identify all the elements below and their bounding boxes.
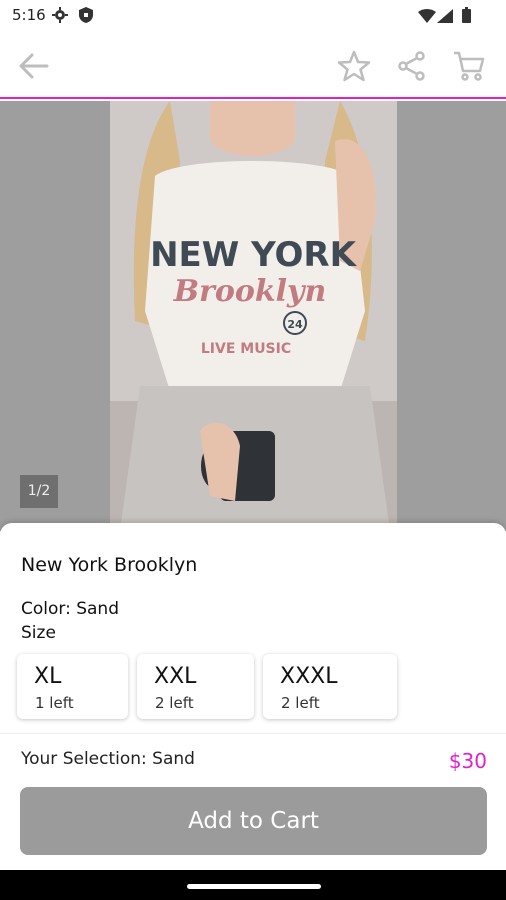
- shirt-line2: Brooklyn: [173, 274, 327, 309]
- size-stock: 1 left: [35, 694, 74, 712]
- size-option-xxxl[interactable]: XXXL 2 left: [263, 654, 397, 719]
- system-nav-bar: [0, 870, 506, 900]
- star-icon[interactable]: [337, 49, 371, 83]
- back-arrow-icon[interactable]: [18, 52, 50, 80]
- home-handle[interactable]: [187, 884, 321, 889]
- status-bar: 5:16: [0, 0, 506, 32]
- shirt-line1: NEW YORK: [150, 235, 358, 275]
- price: $30: [448, 749, 487, 773]
- size-label: Size: [21, 623, 56, 643]
- product-image-gallery[interactable]: NEW YORK Brooklyn 24 LIVE MUSIC 1/2: [0, 101, 506, 531]
- share-icon[interactable]: [396, 50, 428, 82]
- status-time: 5:16: [12, 6, 46, 24]
- size-stock: 2 left: [155, 694, 194, 712]
- shirt-badge: 24: [287, 318, 303, 331]
- size-stock: 2 left: [281, 694, 320, 712]
- size-name: XXL: [154, 664, 197, 689]
- size-name: XXXL: [280, 664, 338, 689]
- selection-summary: Your Selection: Sand: [21, 749, 195, 769]
- cart-icon[interactable]: [452, 50, 486, 82]
- signal-icon: [437, 8, 453, 27]
- product-title: New York Brooklyn: [21, 554, 198, 576]
- top-app-bar: [0, 32, 506, 99]
- wifi-icon: [418, 8, 436, 27]
- color-label: Color: Sand: [21, 599, 119, 619]
- divider: [0, 733, 506, 734]
- gear-icon: [52, 7, 68, 27]
- image-counter: 1/2: [20, 475, 58, 508]
- product-photo[interactable]: NEW YORK Brooklyn 24 LIVE MUSIC: [110, 101, 397, 531]
- size-option-xxl[interactable]: XXL 2 left: [137, 654, 254, 719]
- battery-icon: [462, 7, 471, 27]
- size-name: XL: [34, 664, 62, 689]
- product-options-sheet: New York Brooklyn Color: Sand Size XL 1 …: [0, 523, 506, 870]
- size-option-xl[interactable]: XL 1 left: [17, 654, 128, 719]
- product-detail-screen: 5:16 NEW YORK Brooklyn 24 LIVE MUSIC 1/2…: [0, 0, 506, 870]
- shield-icon: [79, 7, 93, 27]
- shirt-line3: LIVE MUSIC: [201, 341, 291, 357]
- add-to-cart-button[interactable]: Add to Cart: [20, 787, 487, 855]
